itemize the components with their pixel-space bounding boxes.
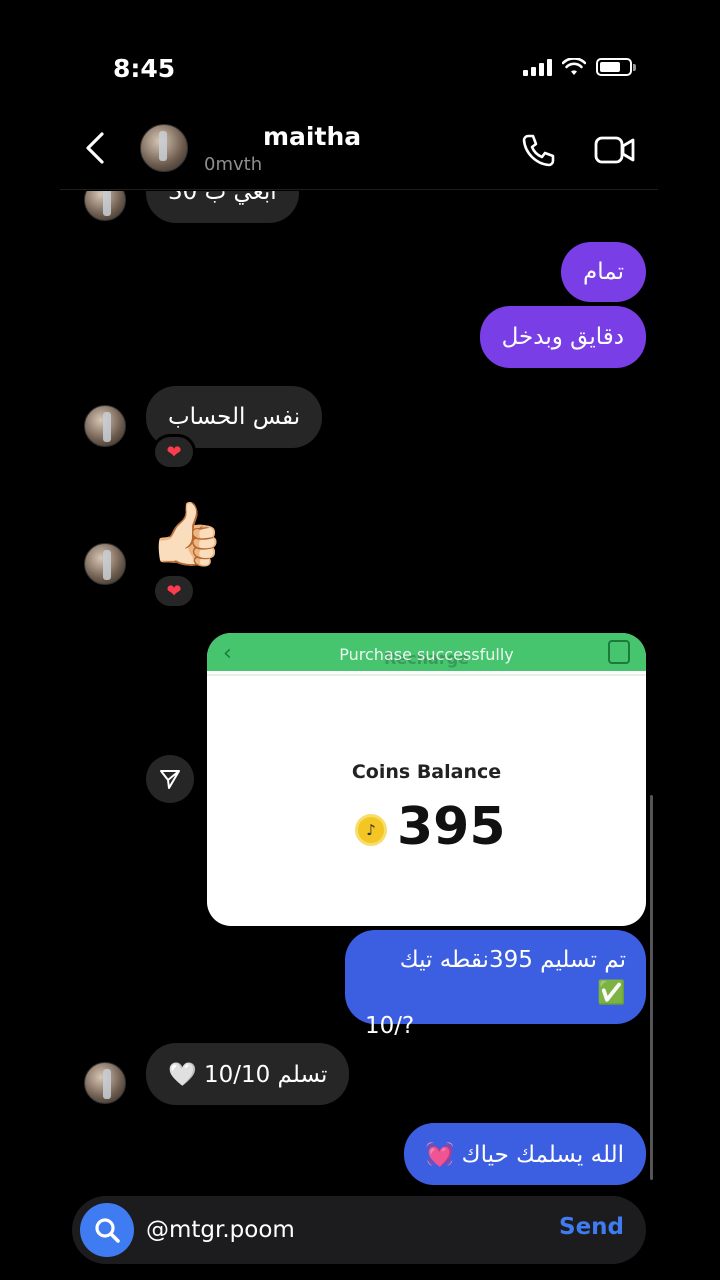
message-list[interactable]: ابغي ب 30 تمام دقايق وبدخل نفس الحساب ❤ … [0, 191, 720, 1191]
heart-reaction[interactable]: ❤ [152, 434, 196, 470]
coins-balance-label: Coins Balance [351, 761, 502, 783]
back-icon[interactable] [80, 128, 110, 168]
outgoing-message[interactable]: تم تسليم 395نقطه تيك ✅ 10/? [345, 930, 646, 1039]
signal-icon [523, 58, 552, 76]
search-icon [95, 1218, 120, 1243]
message-text: دقايق وبدخل [501, 324, 624, 350]
tiktok-coin-icon: ♪ [355, 814, 387, 846]
message-text: 10/? [365, 1013, 415, 1039]
send-button[interactable]: Send [559, 1214, 624, 1240]
outgoing-message[interactable]: الله يسلمك حياك 💓 [403, 1123, 646, 1185]
heart-reaction[interactable]: ❤ [152, 573, 196, 609]
contact-handle: 0mvth [204, 154, 263, 175]
screenshot-header-bar: ‹ Recharge Purchase successfully [207, 633, 646, 671]
screenshot-image-message[interactable]: ‹ Recharge Purchase successfully Coins B… [207, 633, 646, 926]
status-time: 8:45 [113, 54, 176, 83]
heart-icon: ❤ [166, 441, 182, 463]
sender-avatar[interactable] [84, 405, 126, 447]
message-text: تم تسليم 395نقطه تيك ✅ [399, 947, 626, 1006]
heart-icon: ❤ [166, 580, 182, 602]
search-button[interactable] [80, 1203, 134, 1257]
coins-balance-value: 395 [397, 797, 506, 857]
message-input[interactable] [146, 1210, 526, 1250]
message-text: نفس الحساب [168, 404, 301, 430]
message-text: الله يسلمك حياك 💓 [425, 1141, 624, 1168]
message-text: تمام [583, 259, 624, 285]
video-call-icon[interactable] [592, 130, 638, 170]
contact-avatar[interactable] [140, 124, 188, 172]
message-composer: Send [72, 1196, 646, 1264]
share-button[interactable] [146, 755, 194, 803]
phone-icon[interactable] [518, 130, 558, 170]
divider [207, 674, 646, 676]
outgoing-message[interactable]: تمام [561, 242, 646, 302]
scrollbar[interactable] [650, 795, 653, 1180]
battery-icon [596, 58, 636, 76]
purchase-toast: Purchase successfully [339, 645, 514, 664]
contact-name[interactable]: maitha [263, 122, 361, 151]
sender-avatar[interactable] [84, 191, 126, 221]
sender-avatar[interactable] [84, 543, 126, 585]
receipt-icon [608, 640, 630, 664]
sender-avatar[interactable] [84, 1062, 126, 1104]
incoming-message[interactable]: ابغي ب 30 [146, 191, 299, 223]
thumbs-up-emoji-message[interactable]: 👍🏻 [148, 497, 225, 571]
status-icons [523, 58, 636, 76]
message-text: ابغي ب 30 [168, 191, 277, 205]
wifi-icon [562, 58, 586, 75]
incoming-message[interactable]: تسلم 10/10 🤍 [146, 1043, 350, 1105]
outgoing-message[interactable]: دقايق وبدخل [479, 306, 646, 368]
chat-header: maitha 0mvth [60, 110, 658, 190]
send-arrow-icon [160, 770, 180, 789]
message-text: تسلم 10/10 🤍 [168, 1061, 328, 1088]
